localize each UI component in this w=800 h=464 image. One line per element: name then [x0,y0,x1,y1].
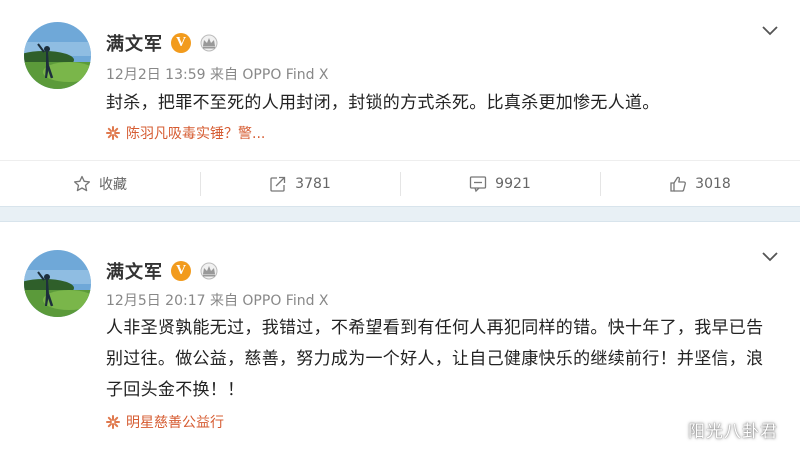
star-icon [73,175,91,191]
avatar[interactable] [24,22,91,89]
comment-icon [470,175,487,192]
verified-badge: V [171,33,191,53]
post-meta: 12月5日 20:17 来自 OPPO Find X [106,293,329,309]
author-name[interactable]: 满文军 [106,30,163,56]
author-row: 满文军 V [106,258,219,284]
comment-count: 9921 [495,175,531,192]
like-button[interactable]: 3018 [600,161,800,206]
favorite-label: 收藏 [99,176,127,193]
topic-label: 陈羽凡吸毒实锤？警... [126,126,266,142]
watermark-text: 阳光八卦君 [688,422,778,442]
action-bar: 收藏 3781 9921 3018 [0,160,800,206]
author-row: 满文军 V [106,30,219,56]
crown-icon [200,262,218,280]
like-icon [670,176,687,192]
comment-button[interactable]: 9921 [400,161,600,206]
favorite-button[interactable]: 收藏 [0,161,200,206]
crown-icon [200,34,218,52]
topic-link[interactable]: 明星慈善公益行 [106,412,224,432]
avatar[interactable] [24,250,91,317]
topic-label: 明星慈善公益行 [126,415,224,431]
repost-count: 3781 [295,175,331,192]
topic-burst-icon [106,415,120,429]
post-meta: 12月2日 13:59 来自 OPPO Find X [106,67,329,83]
author-name[interactable]: 满文军 [106,258,163,284]
chevron-down-icon[interactable] [762,252,778,262]
wechat-icon [648,418,677,440]
like-count: 3018 [695,175,731,192]
verified-badge: V [171,261,191,281]
topic-link[interactable]: 陈羽凡吸毒实锤？警... [106,123,265,143]
post-content: 人非圣贤孰能无过，我错过，不希望看到有任何人再犯同样的错。快十年了，我早已告别过… [106,318,764,400]
post-divider [0,206,800,222]
repost-button[interactable]: 3781 [200,161,400,206]
watermark: 阳光八卦君 [648,417,778,442]
topic-burst-icon [106,126,120,140]
weibo-post-1: 满文军 V 12月2日 13:59 来自 OPPO Find X 封杀，把罪不至… [0,0,800,206]
repost-icon [270,176,286,192]
post-content: 封杀，把罪不至死的人用封闭，封锁的方式杀死。比真杀更加惨无人道。 [106,93,660,113]
chevron-down-icon[interactable] [762,26,778,36]
